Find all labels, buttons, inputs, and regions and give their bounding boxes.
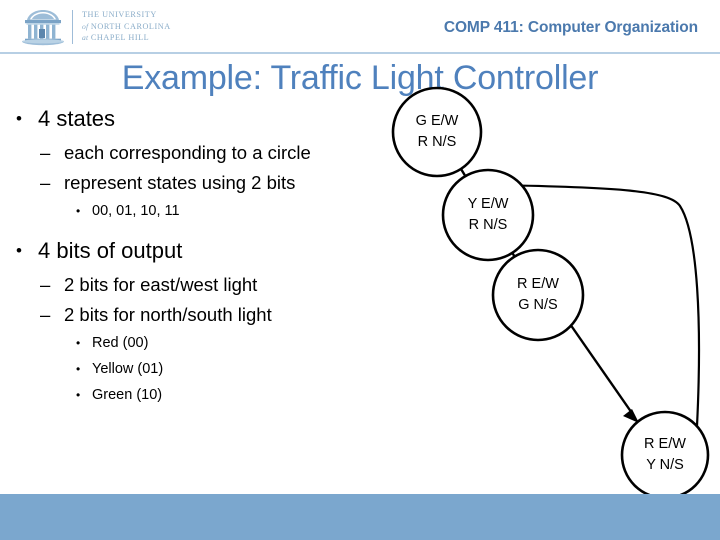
bullet-bit-values-label: 00, 01, 10, 11 — [92, 203, 180, 219]
slide-body-bullets: • 4 states – each corresponding to a cir… — [0, 104, 392, 408]
header-divider-rule — [0, 52, 720, 54]
logo-line-1: THE UNIVERSITY — [82, 10, 157, 19]
state-1-line-2: R N/S — [418, 134, 457, 150]
state-3-line-1: R E/W — [517, 276, 559, 292]
state-node-3[interactable]: R E/W G N/S — [491, 248, 585, 342]
course-title: COMP 411: Computer Organization — [443, 19, 698, 36]
bullet-marker-dash: – — [40, 274, 51, 295]
bullet-bit-values: • 00, 01, 10, 11 — [0, 198, 392, 224]
bullet-marker-dot: • — [76, 336, 81, 350]
bullet-green-code-label: Green (10) — [92, 387, 163, 403]
arrowhead-to-state4 — [623, 409, 639, 423]
state-4-line-1: R E/W — [644, 436, 686, 452]
slide-bottom-band — [0, 494, 720, 540]
bullet-4-bits-output-label: 4 bits of output — [38, 238, 183, 263]
bullet-marker-dot: • — [76, 388, 81, 402]
logo-divider — [72, 10, 73, 44]
state-3-line-2: G N/S — [518, 297, 557, 313]
bullet-group-states: • 4 states – each corresponding to a cir… — [0, 104, 392, 224]
bullet-yellow-code-label: Yellow (01) — [92, 361, 164, 377]
logo-line-3: at CHAPEL HILL — [82, 32, 182, 44]
bullet-marker-dash: – — [40, 172, 51, 193]
logo-line-2: of NORTH CAROLINA — [82, 21, 182, 33]
unc-logo-wordmark: THE UNIVERSITY of NORTH CAROLINA at CHAP… — [82, 9, 182, 44]
bullet-4-bits-output: • 4 bits of output — [0, 236, 392, 266]
bullet-red-code-label: Red (00) — [92, 335, 149, 351]
state-2-line-2: R N/S — [469, 217, 508, 233]
bullet-ew-light: – 2 bits for east/west light — [0, 270, 392, 300]
bullet-each-circle-label: each corresponding to a circle — [64, 142, 311, 163]
logo-line-2-prefix: of — [82, 21, 89, 31]
bullet-marker-dot: • — [16, 241, 22, 260]
state-node-2[interactable]: Y E/W R N/S — [441, 168, 535, 262]
bullet-marker-dash: – — [40, 304, 51, 325]
bullet-two-bits-label: represent states using 2 bits — [64, 172, 296, 193]
bullet-ew-light-label: 2 bits for east/west light — [64, 274, 258, 295]
bullet-ns-light: – 2 bits for north/south light — [0, 300, 392, 330]
bullet-marker-dot: • — [76, 362, 81, 376]
bullet-marker-dot: • — [16, 109, 22, 128]
state-1-line-1: G E/W — [416, 113, 459, 129]
bullet-group-outputs: • 4 bits of output – 2 bits for east/wes… — [0, 236, 392, 408]
bullet-marker-dot: • — [76, 204, 81, 218]
state-transition-diagram: G E/W R N/S Y E/W R N/S R E/W G N/S R E/… — [380, 84, 720, 496]
state-node-1[interactable]: G E/W R N/S — [391, 86, 483, 178]
logo-line-3-prefix: at — [82, 33, 89, 43]
bullet-4-states: • 4 states — [0, 104, 392, 134]
unc-logo: THE UNIVERSITY of NORTH CAROLINA at CHAP… — [20, 7, 180, 47]
logo-line-3-main: CHAPEL HILL — [90, 33, 150, 43]
state-2-line-1: Y E/W — [468, 196, 509, 212]
bullet-green-code: • Green (10) — [0, 382, 392, 408]
bullet-yellow-code: • Yellow (01) — [0, 356, 392, 382]
bullet-ns-light-label: 2 bits for north/south light — [64, 304, 272, 325]
bullet-4-states-label: 4 states — [38, 106, 116, 131]
unc-old-well-logo-icon — [22, 10, 64, 46]
bullet-each-circle: – each corresponding to a circle — [0, 138, 392, 168]
bullet-two-bits: – represent states using 2 bits — [0, 168, 392, 198]
transition-state3-to-state4 — [569, 323, 639, 423]
bullet-red-code: • Red (00) — [0, 330, 392, 356]
bullet-marker-dash: – — [40, 142, 51, 163]
state-node-4[interactable]: R E/W Y N/S — [620, 410, 710, 496]
logo-line-2-main: NORTH CAROLINA — [90, 21, 171, 31]
slide-header: THE UNIVERSITY of NORTH CAROLINA at CHAP… — [0, 0, 720, 54]
state-4-line-2: Y N/S — [646, 457, 684, 473]
